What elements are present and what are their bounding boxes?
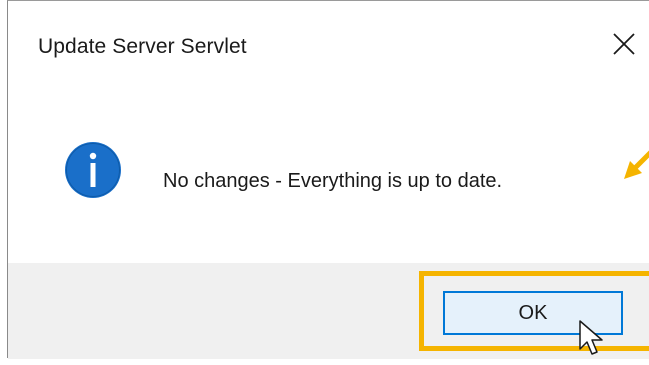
- dialog-window: Update Server Servlet No changes - Every…: [7, 0, 649, 359]
- mouse-pointer-icon: [579, 320, 603, 355]
- dialog-message: No changes - Everything is up to date.: [163, 170, 503, 192]
- close-icon: [613, 33, 635, 55]
- close-button[interactable]: [599, 19, 649, 69]
- dialog-content: No changes - Everything is up to date.: [8, 91, 649, 263]
- dialog-footer: OK: [8, 263, 649, 359]
- info-icon: [65, 142, 121, 198]
- arrow-annotation: [624, 150, 649, 179]
- title-bar: Update Server Servlet: [8, 1, 649, 91]
- dialog-title: Update Server Servlet: [38, 35, 247, 58]
